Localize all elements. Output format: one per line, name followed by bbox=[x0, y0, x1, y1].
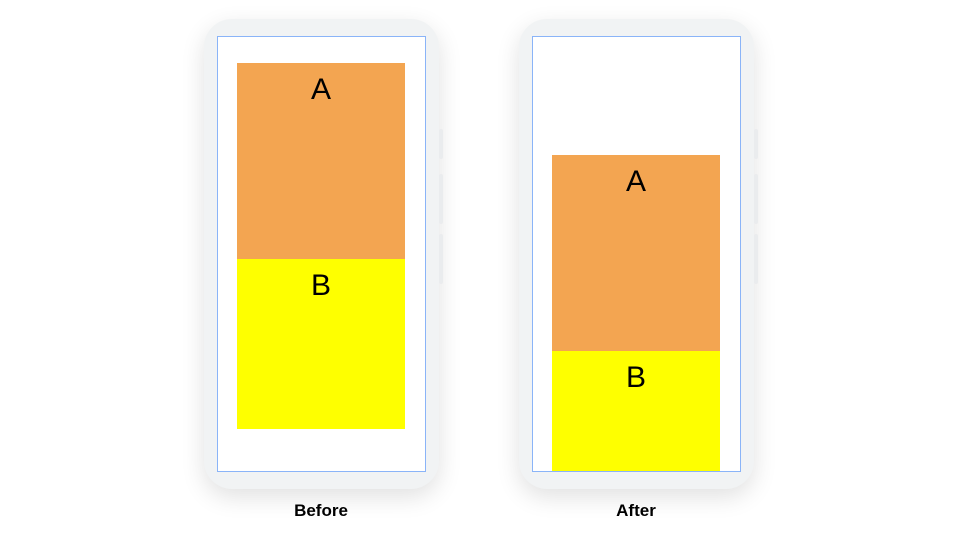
screen-after: A B bbox=[532, 36, 741, 472]
phone-side-button bbox=[439, 174, 443, 224]
screen-before: A B bbox=[217, 36, 426, 472]
phone-side-button bbox=[439, 129, 443, 159]
element-b: B bbox=[552, 351, 720, 472]
phone-side-button bbox=[439, 234, 443, 284]
after-column: A B After bbox=[519, 19, 754, 521]
element-a: A bbox=[552, 155, 720, 351]
element-b: B bbox=[237, 259, 405, 429]
phone-side-button bbox=[754, 234, 758, 284]
phone-notch bbox=[606, 24, 666, 32]
phone-mockup-before: A B bbox=[204, 19, 439, 489]
before-column: A B Before bbox=[204, 19, 439, 521]
phone-notch bbox=[291, 24, 351, 32]
caption-before: Before bbox=[294, 501, 348, 521]
phone-side-button bbox=[754, 129, 758, 159]
phone-mockup-after: A B bbox=[519, 19, 754, 489]
element-a: A bbox=[237, 63, 405, 259]
phone-side-button bbox=[754, 174, 758, 224]
caption-after: After bbox=[616, 501, 656, 521]
